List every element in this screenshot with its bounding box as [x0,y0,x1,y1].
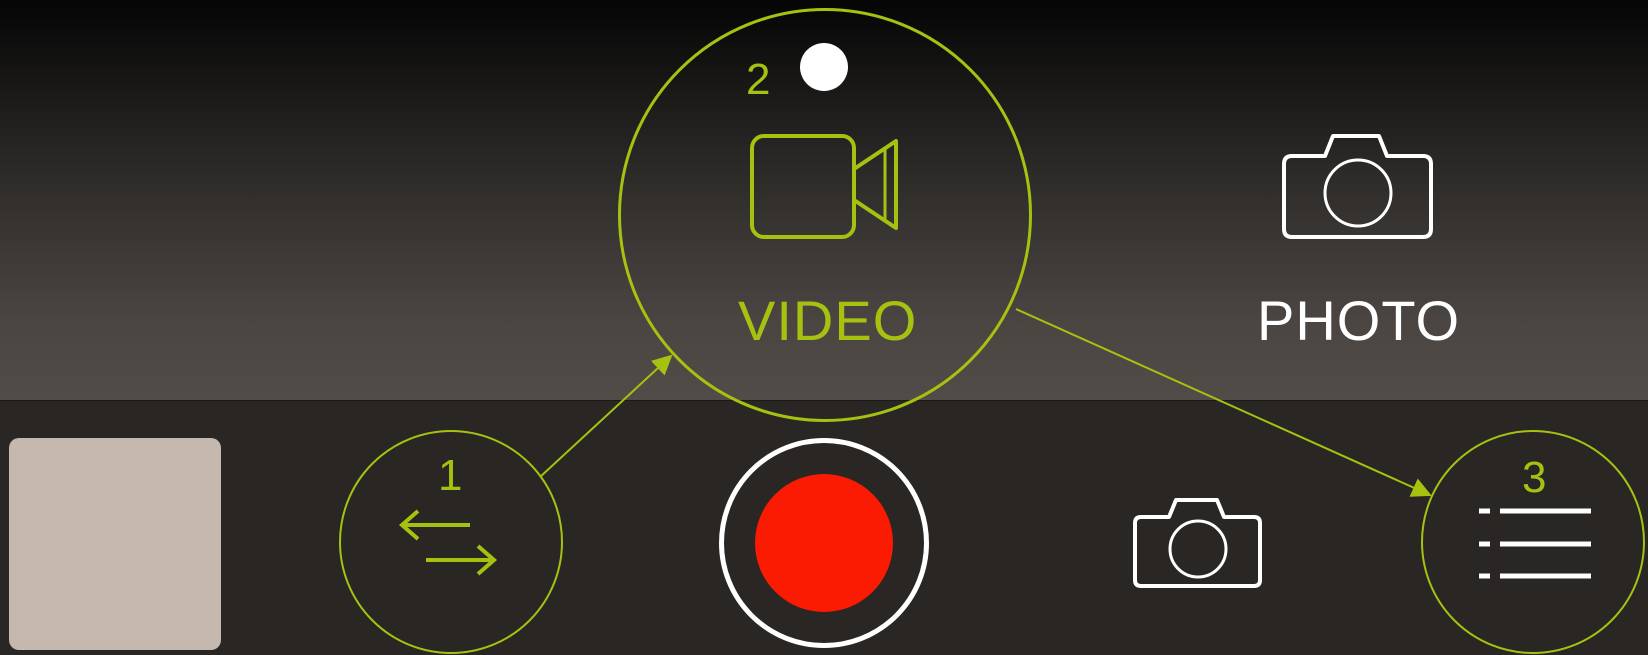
video-mode-label[interactable]: VIDEO [738,293,917,349]
list-icon[interactable] [1477,507,1593,583]
record-button-core [755,474,893,612]
photo-mode-label[interactable]: PHOTO [1257,293,1460,349]
camera-icon[interactable] [1131,496,1264,590]
callout-number-3: 3 [1522,453,1547,502]
video-camera-icon[interactable] [748,132,902,242]
camera-icon[interactable] [1280,131,1435,242]
callout-number-1: 1 [438,451,463,500]
record-button[interactable] [719,438,929,648]
connector-1-to-2 [539,354,673,478]
swap-arrows-icon[interactable] [398,508,498,578]
recording-dot-icon [800,43,848,91]
callout-number-2: 2 [746,55,771,104]
